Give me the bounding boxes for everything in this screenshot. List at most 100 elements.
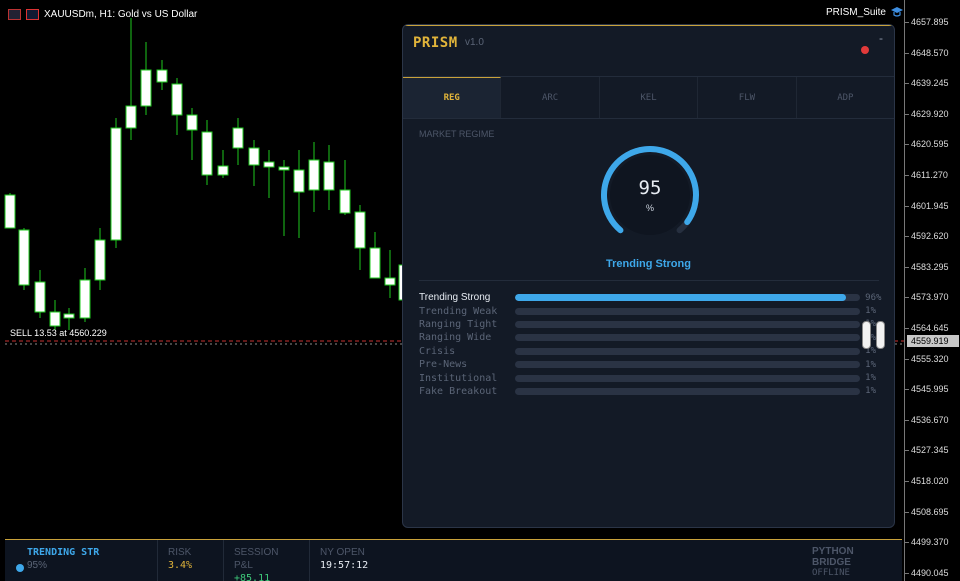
connection-status-dot <box>861 46 869 54</box>
panel-header[interactable]: PRISM v1.0 - <box>403 25 894 77</box>
regime-row: Ranging Tight1% <box>419 318 885 331</box>
regime-pct: 1% <box>865 386 877 397</box>
candle-body <box>63 313 75 319</box>
pnl-label: SESSION P&L <box>234 547 279 571</box>
regime-row: Trending Weak 1% <box>419 304 885 317</box>
bridge-label: PYTHON BRIDGE <box>812 546 854 568</box>
regime-bar-track <box>515 334 861 342</box>
candle-body <box>18 229 30 286</box>
price-level-label: 4564.645 <box>911 323 949 333</box>
candle-body <box>248 147 260 166</box>
price-level-label: 4648.570 <box>911 47 949 58</box>
candle-body <box>125 105 137 129</box>
regime-status-dot <box>16 564 24 572</box>
section-title: MARKET REGIME <box>419 129 495 139</box>
candle-body <box>384 277 396 286</box>
scroll-handle-left[interactable] <box>862 321 871 349</box>
price-tick <box>905 450 909 452</box>
regime-row: Trending Strong 96% <box>419 291 885 304</box>
session-label: NY OPEN <box>320 547 365 558</box>
one-click-trading-icon[interactable] <box>8 8 21 20</box>
side-controls <box>862 321 885 349</box>
price-tick <box>905 52 909 54</box>
price-tick <box>905 83 909 85</box>
candle-body <box>94 239 106 281</box>
price-tick <box>905 236 909 238</box>
candle-body <box>171 83 183 116</box>
regime-label: Ranging Wide <box>419 332 492 344</box>
regime-label: Institutional <box>419 372 498 384</box>
candle-body <box>263 161 275 168</box>
ea-name-tag: PRISM_Suite <box>826 6 904 18</box>
price-level-label: 4545.995 <box>911 384 949 395</box>
regime-row: Crisis 1% <box>419 345 885 358</box>
session-value: 19:57:12 <box>320 560 369 571</box>
price-axis[interactable]: 4490.045 4499.370 4508.695 4518.020 4527.345… <box>904 0 960 581</box>
tab-reg[interactable]: REG <box>403 77 502 118</box>
divider <box>419 280 879 281</box>
candle-body <box>79 279 91 319</box>
bridge-value: OFFLINE <box>812 568 850 578</box>
gauge-value: 95 <box>638 177 662 199</box>
regime-status-label: TRENDING STR <box>27 547 100 558</box>
price-tick <box>905 22 909 23</box>
sell-position-label: SELL 13.53 at 4560.229 <box>10 328 107 338</box>
pnl-value: +85.11 <box>234 573 271 581</box>
regime-bar-track <box>515 374 861 382</box>
price-level-label: 4620.595 <box>911 139 949 150</box>
price-level-label: 4611.270 <box>911 170 948 180</box>
risk-value: 3.4% <box>168 560 193 571</box>
regime-label: Ranging Tight <box>419 318 498 330</box>
gauge-unit: % <box>645 203 654 213</box>
risk-cell: RISK 3.4% <box>158 540 224 581</box>
price-tick <box>905 542 909 544</box>
regime-status-cell: TRENDING STR 95% <box>5 540 158 581</box>
price-level-label: 4555.320 <box>911 353 949 364</box>
candle-body <box>34 281 46 313</box>
regime-row: Institutional 1% <box>419 371 885 384</box>
tab-flw[interactable]: FLW <box>698 77 797 118</box>
candle-body <box>232 127 244 149</box>
regime-label: Crisis <box>419 345 456 357</box>
price-level-label: 4518.020 <box>911 476 949 486</box>
tab-kel[interactable]: KEL <box>600 77 699 118</box>
price-tick <box>905 266 909 268</box>
price-level-label: 4583.295 <box>911 261 949 272</box>
price-level-label: 4573.970 <box>911 292 949 303</box>
regime-probability-list: Trending Strong 96% Trending Weak 1% Ranging… <box>419 291 885 398</box>
price-tick <box>905 328 909 329</box>
bridge-cell: PYTHON BRIDGE OFFLINE <box>802 540 902 581</box>
candle-body <box>186 114 198 131</box>
pnl-cell: SESSION P&L +85.11 <box>224 540 310 581</box>
price-level-label: 4592.620 <box>911 231 949 242</box>
candle-body <box>308 159 320 191</box>
price-tick <box>905 205 909 207</box>
symbol-title: XAUUSDm, H1: Gold vs US Dollar <box>44 8 198 20</box>
regime-pct: 1% <box>865 373 877 384</box>
regime-bar-track <box>515 294 861 302</box>
candle-body <box>201 131 213 176</box>
tab-adp[interactable]: ADP <box>797 77 894 118</box>
candle-body <box>217 165 229 176</box>
regime-bar-track <box>515 361 861 369</box>
regime-bar-track <box>515 320 861 328</box>
graduation-cap-icon[interactable] <box>890 6 904 18</box>
price-level-label: 4508.695 <box>911 506 949 517</box>
price-tick <box>905 297 909 299</box>
price-level-label: 4527.345 <box>911 445 949 456</box>
price-level-label: 4601.945 <box>911 200 949 211</box>
chart-title-bar: XAUUSDm, H1: Gold vs US Dollar <box>8 6 197 22</box>
price-level-label: 4629.920 <box>911 108 949 119</box>
risk-label: RISK <box>168 547 192 558</box>
scroll-handle-right[interactable] <box>876 321 885 349</box>
minimize-button[interactable]: - <box>879 31 883 45</box>
candle-body <box>110 127 122 241</box>
regime-row: Fake Breakout 1% <box>419 385 885 398</box>
candle-body <box>354 211 366 249</box>
panel-tabs: REG ARC KEL FLW ADP <box>403 77 894 119</box>
expert-advisor-icon[interactable] <box>26 8 39 20</box>
candle-body <box>369 247 381 279</box>
tab-arc[interactable]: ARC <box>501 77 600 118</box>
candle-body <box>140 69 152 107</box>
price-level-label: 4490.045 <box>911 567 949 578</box>
